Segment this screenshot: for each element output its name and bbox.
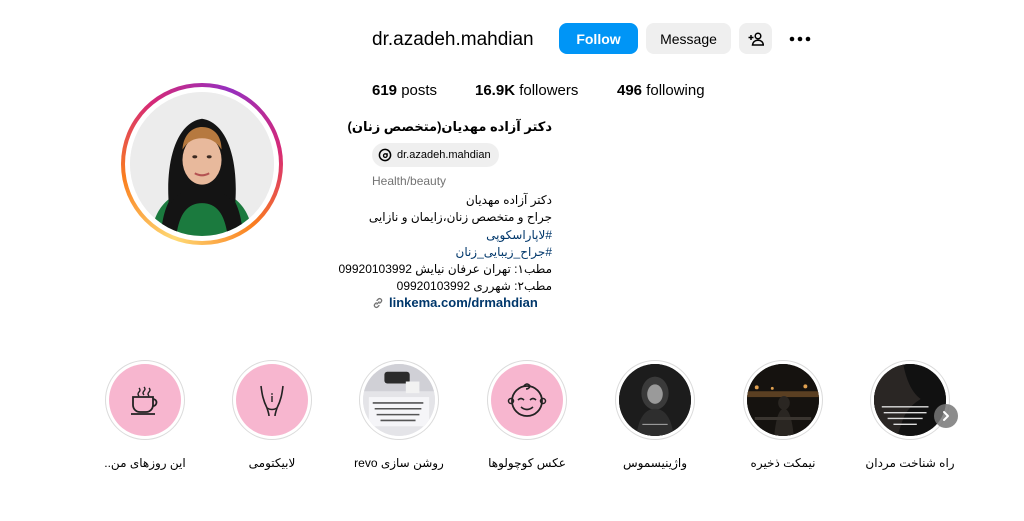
highlight-ring <box>359 360 439 440</box>
following-count: 496 <box>617 82 643 99</box>
highlight-label: عکس کوچولوها <box>488 456 566 470</box>
highlight-label: واژینیسموس <box>623 456 687 470</box>
suggest-people-button[interactable] <box>739 23 772 54</box>
highlight-item[interactable]: روشن سازی revo <box>354 360 444 470</box>
highlight-label: لابیکتومی <box>248 456 296 470</box>
link-icon <box>373 297 383 308</box>
threads-handle: dr.azadeh.mahdian <box>397 149 491 161</box>
avatar <box>130 92 274 236</box>
highlight-item[interactable]: این روزهای من.. <box>104 360 186 470</box>
body-icon <box>260 385 284 417</box>
dark-photo-thumbnail <box>747 364 819 436</box>
highlight-cover <box>363 364 435 436</box>
highlight-label: نیمکت ذخیره <box>750 456 816 470</box>
chevron-right-icon <box>943 411 949 421</box>
more-dots-icon <box>789 36 811 42</box>
followers-count: 16.9K <box>475 82 516 99</box>
bio-line: مطب۱: تهران عرفان نیایش 09920103992 <box>338 262 553 277</box>
posts-label: posts <box>401 82 438 99</box>
profile-avatar-ring[interactable] <box>121 83 283 245</box>
highlight-ring <box>870 360 950 440</box>
following-stat[interactable]: 496 following <box>617 82 705 99</box>
profile-full-name: دکتر آزاده مهدیان(متخصص زنان) <box>347 119 552 134</box>
device-photo-thumbnail <box>363 364 435 436</box>
avatar-frame <box>125 87 279 241</box>
highlight-ring <box>743 360 823 440</box>
message-button[interactable]: Message <box>646 23 731 54</box>
posts-count: 619 <box>372 82 398 99</box>
highlight-item[interactable]: نیمکت ذخیره <box>743 360 823 470</box>
followers-stat[interactable]: 16.9K followers <box>475 82 578 99</box>
highlight-cover <box>236 364 308 436</box>
bio-hashtag[interactable]: #جراح_زیبایی_زنان <box>372 244 553 261</box>
highlight-item[interactable]: عکس کوچولوها <box>487 360 567 470</box>
profile-bio: دکتر آزاده مهدیان جراح و متخصص زنان،زایم… <box>338 192 553 296</box>
profile-category: Health/beauty <box>372 174 447 188</box>
highlight-cover <box>747 364 819 436</box>
highlight-ring <box>487 360 567 440</box>
add-user-icon <box>748 31 764 46</box>
following-label: following <box>646 82 705 99</box>
follow-button[interactable]: Follow <box>559 23 638 54</box>
highlight-label: این روزهای من.. <box>104 456 186 470</box>
highlight-ring <box>105 360 185 440</box>
highlights-next-button[interactable] <box>934 404 958 428</box>
highlight-label: راه شناخت مردان <box>865 456 955 470</box>
highlight-cover <box>109 364 181 436</box>
baby-face-icon <box>507 383 547 417</box>
posts-stat: 619 posts <box>372 82 437 99</box>
profile-link-text: linkema.com/drmahdian <box>389 295 538 310</box>
avatar-portrait <box>130 92 274 236</box>
highlight-ring <box>232 360 312 440</box>
threads-badge[interactable]: dr.azadeh.mahdian <box>372 143 499 167</box>
bio-hashtag[interactable]: #لاپاراسکوپی <box>372 227 552 244</box>
bio-line: مطب۲: شهرری 09920103992 <box>396 279 552 294</box>
threads-icon <box>378 148 392 162</box>
followers-label: followers <box>519 82 579 99</box>
coffee-cup-icon <box>131 386 158 415</box>
highlight-cover <box>491 364 563 436</box>
profile-link[interactable]: linkema.com/drmahdian <box>372 295 538 310</box>
highlight-cover <box>874 364 946 436</box>
dark-photo-thumbnail <box>619 364 691 436</box>
highlight-label: روشن سازی revo <box>354 456 444 470</box>
highlight-cover <box>619 364 691 436</box>
highlight-item[interactable]: لابیکتومی <box>232 360 312 470</box>
bio-line: جراح و متخصص زنان،زایمان و نازایی <box>368 210 552 225</box>
profile-username: dr.azadeh.mahdian <box>372 29 534 50</box>
highlight-item[interactable]: واژینیسموس <box>615 360 695 470</box>
more-options-button[interactable] <box>787 27 813 51</box>
dark-photo-thumbnail <box>874 364 946 436</box>
bio-line: دکتر آزاده مهدیان <box>465 193 552 207</box>
highlight-ring <box>615 360 695 440</box>
